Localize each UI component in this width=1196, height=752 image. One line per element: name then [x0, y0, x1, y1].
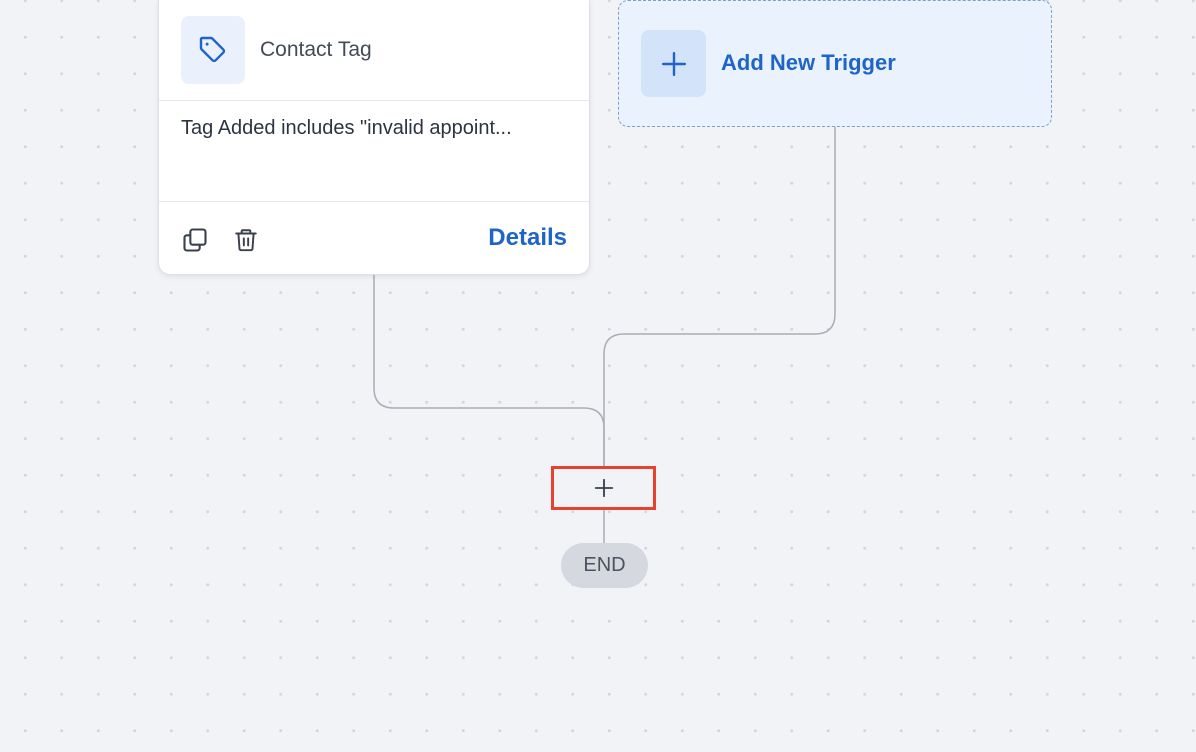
trigger-card-header: Contact Tag — [159, 0, 589, 101]
trigger-card-title: Contact Tag — [260, 38, 372, 61]
trigger-card-description: Tag Added includes "invalid appoint... — [181, 117, 512, 139]
tag-icon — [181, 16, 245, 84]
plus-icon — [594, 478, 613, 498]
contact-tag-trigger-card[interactable]: Contact Tag Tag Added includes "invalid … — [158, 0, 590, 275]
trash-icon — [235, 229, 257, 252]
end-node: END — [561, 543, 648, 588]
plus-icon — [641, 30, 706, 97]
add-new-trigger-label: Add New Trigger — [721, 50, 896, 75]
add-action-button[interactable] — [551, 466, 656, 510]
add-new-trigger-button[interactable]: Add New Trigger — [618, 0, 1052, 127]
copy-icon — [183, 228, 207, 252]
copy-button[interactable] — [181, 226, 209, 254]
connector-from-contact-tag — [373, 275, 605, 466]
delete-button[interactable] — [232, 226, 260, 254]
workflow-canvas[interactable]: Contact Tag Tag Added includes "invalid … — [0, 0, 1196, 752]
details-link[interactable]: Details — [488, 224, 567, 252]
trigger-card-footer: Details — [159, 201, 589, 276]
connector-from-add-trigger — [603, 127, 836, 466]
